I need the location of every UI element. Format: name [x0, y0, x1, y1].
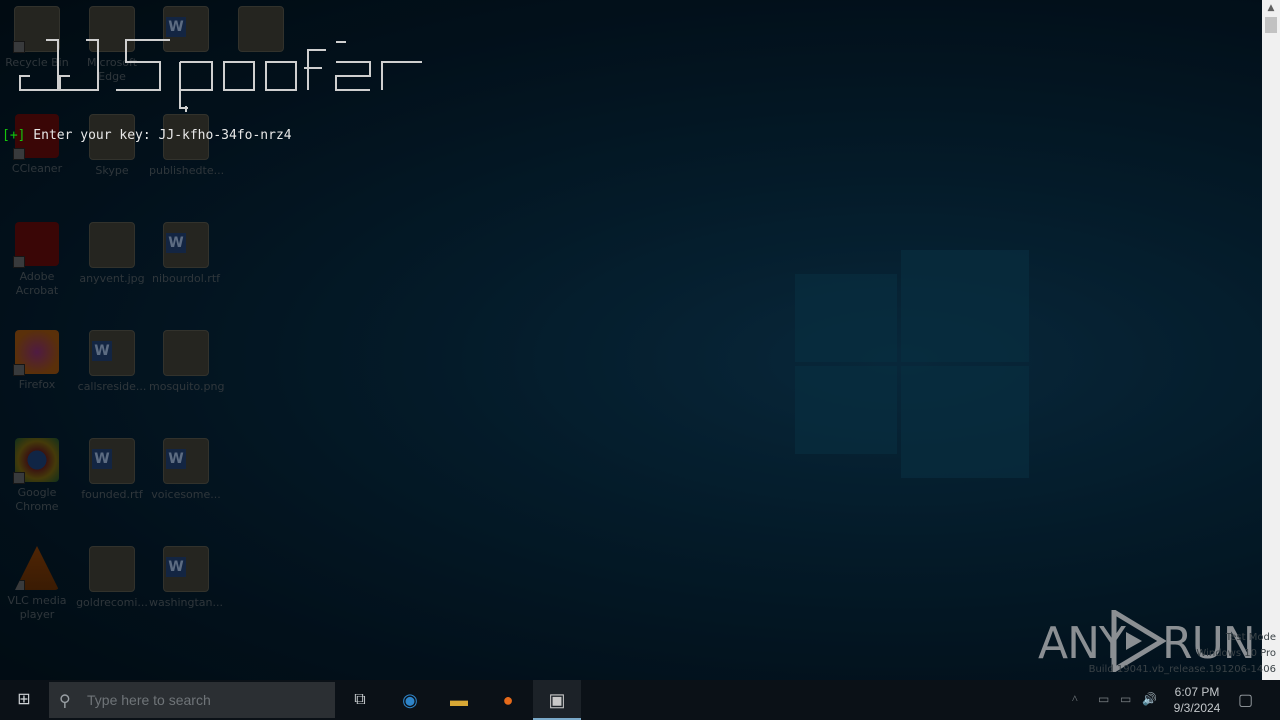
ascii-banner-jj-spoofer — [19, 39, 422, 112]
clock[interactable]: 6:07 PM 9/3/2024 — [1172, 684, 1222, 716]
taskbar-console-icon[interactable]: ▣ — [533, 680, 581, 720]
build-info: Test Mode Windows 10 Pro Build 19041.vb_… — [1089, 630, 1276, 678]
search-placeholder: Type here to search — [87, 692, 211, 708]
volume-icon[interactable]: 🔊 — [1142, 692, 1157, 707]
prompt-prefix: [+] — [2, 128, 26, 143]
console-scrollbar[interactable]: ▲ — [1262, 0, 1280, 680]
search-icon: ⚲ — [59, 693, 71, 710]
taskbar-firefox-icon[interactable]: ● — [484, 680, 532, 720]
taskbar-file-explorer-icon[interactable]: ▬ — [435, 680, 483, 720]
task-view-icon[interactable]: ⧉ — [336, 680, 384, 720]
console-window[interactable]: [+] Enter your key: JJ-kfho-34fo-nrz4 — [0, 0, 1262, 680]
scroll-thumb[interactable] — [1265, 17, 1277, 33]
taskbar-edge-icon[interactable]: ◉ — [386, 680, 434, 720]
key-prompt-line[interactable]: [+] Enter your key: JJ-kfho-34fo-nrz4 — [2, 128, 292, 143]
notification-icon[interactable]: ▢ — [1238, 690, 1253, 710]
tray-device-icon[interactable]: ▭ — [1098, 692, 1109, 707]
scroll-up-arrow-icon[interactable]: ▲ — [1262, 0, 1280, 16]
build-line-3: Build 19041.vb_release.191206-1406 — [1088, 664, 1276, 675]
start-button[interactable]: ⊞ — [0, 680, 48, 720]
taskbar-search-box[interactable]: ⚲ Type here to search — [49, 682, 335, 718]
tray-chevron-icon[interactable]: ^ — [1072, 692, 1078, 707]
build-line-2: Windows 10 Pro — [1196, 648, 1276, 659]
key-input-value[interactable]: JJ-kfho-34fo-nrz4 — [159, 128, 292, 143]
build-line-1: Test Mode — [1225, 632, 1276, 643]
taskbar: ⊞ ⚲ Type here to search ⧉ ◉ ▬ ● ▣ ^ ▭ ▭ 🔊 6… — [0, 680, 1280, 720]
network-icon[interactable]: ▭ — [1120, 692, 1131, 707]
prompt-label: Enter your key: — [25, 128, 159, 143]
clock-time: 6:07 PM — [1174, 685, 1220, 699]
clock-date: 9/3/2024 — [1173, 701, 1221, 715]
